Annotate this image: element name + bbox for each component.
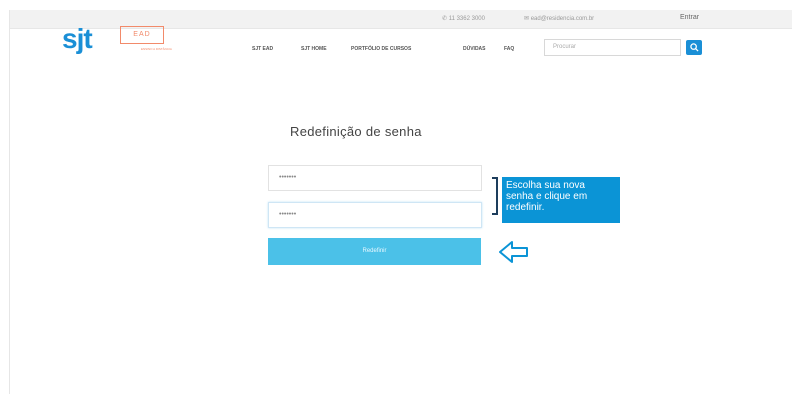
confirm-password-field[interactable]: ••••••• — [268, 202, 482, 228]
email-info: ✉ ead@residencia.com.br — [524, 16, 595, 22]
callout-line: redefinir. — [506, 202, 545, 213]
nav-item-faq[interactable]: FAQ — [504, 46, 514, 52]
annotation-bracket — [492, 177, 498, 215]
new-password-field[interactable]: ••••••• — [268, 165, 482, 191]
login-link[interactable]: Entrar — [680, 14, 699, 21]
search-icon — [689, 43, 699, 52]
sjt-logo[interactable]: sjt — [62, 24, 93, 54]
left-arrow-icon — [499, 241, 528, 263]
search-input[interactable]: Procurar — [544, 39, 681, 56]
ead-tagline: ENSINO A DISTÂNCIA — [141, 47, 172, 51]
nav-item-portfolio[interactable]: PORTFÓLIO DE CURSOS — [351, 46, 411, 52]
callout-line: senha e clique em — [506, 191, 588, 202]
callout-line: Escolha sua nova — [506, 180, 585, 191]
search-button[interactable] — [686, 40, 702, 55]
phone-number: 11 3362 3000 — [448, 16, 485, 22]
nav-item-duvidas[interactable]: DÚVIDAS — [463, 46, 486, 52]
phone-info: ✆ 11 3362 3000 — [442, 16, 485, 22]
annotation-callout: Escolha sua nova senha e clique em redef… — [502, 177, 620, 223]
ead-badge[interactable]: EAD — [120, 26, 164, 44]
page-title: Redefinição de senha — [290, 124, 422, 139]
email-address: ead@residencia.com.br — [530, 16, 595, 22]
redefinir-button[interactable]: Redefinir — [268, 238, 481, 265]
nav-item-sjt-ead[interactable]: SJT EAD — [252, 46, 273, 52]
nav-item-sjt-home[interactable]: SJT HOME — [301, 46, 327, 52]
